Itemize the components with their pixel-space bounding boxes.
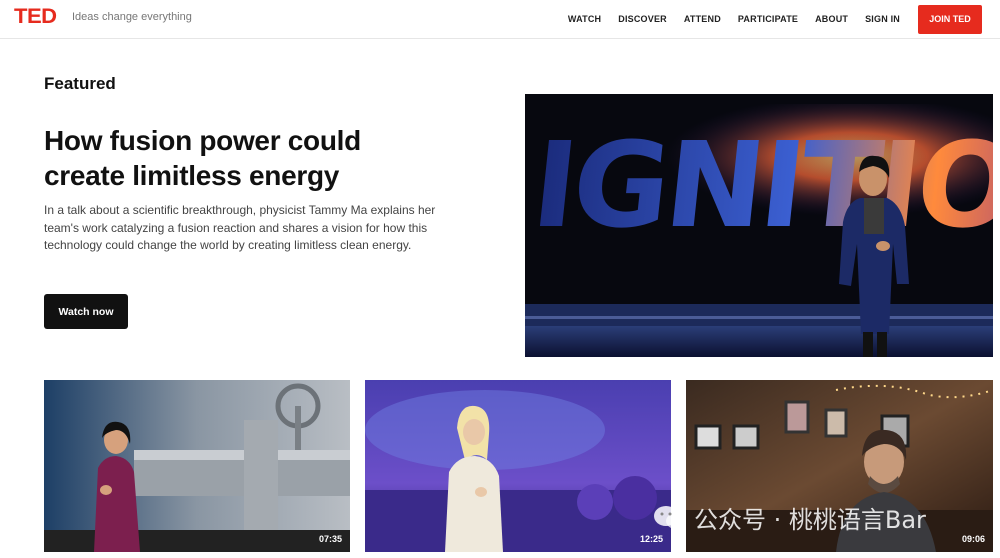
video-thumbnail-1[interactable]: 07:35 bbox=[44, 380, 350, 552]
watch-now-button[interactable]: Watch now bbox=[44, 294, 128, 329]
video-thumbnail-2[interactable]: 12:25 bbox=[365, 380, 671, 552]
thumbnail-image bbox=[365, 380, 671, 552]
stage-illustration: IGNITION bbox=[525, 94, 993, 357]
nav-sign-in[interactable]: SIGN IN bbox=[865, 14, 900, 24]
join-ted-button[interactable]: JOIN TED bbox=[918, 4, 982, 34]
ted-logo[interactable]: TED bbox=[14, 6, 57, 28]
nav-participate[interactable]: PARTICIPATE bbox=[738, 14, 798, 24]
section-heading: Featured bbox=[44, 74, 116, 93]
featured-title-line-2: create limitless energy bbox=[44, 160, 340, 191]
nav-watch[interactable]: WATCH bbox=[568, 14, 601, 24]
top-header: TED Ideas change everything WATCH DISCOV… bbox=[0, 0, 1000, 39]
video-duration: 07:35 bbox=[318, 534, 342, 544]
tagline: Ideas change everything bbox=[72, 11, 192, 23]
nav-discover[interactable]: DISCOVER bbox=[618, 14, 667, 24]
watermark-text: 公众号 · 桃桃语言Bar bbox=[694, 506, 926, 534]
thumbnail-image bbox=[44, 380, 350, 552]
featured-video-thumbnail[interactable]: IGNITION bbox=[525, 94, 993, 357]
featured-description: In a talk about a scientific breakthroug… bbox=[44, 203, 436, 252]
featured-title[interactable]: How fusion power could create limitless … bbox=[44, 123, 464, 193]
video-duration: 09:06 bbox=[961, 534, 985, 544]
main-nav: WATCH DISCOVER ATTEND PARTICIPATE ABOUT … bbox=[568, 0, 1000, 38]
video-duration: 12:25 bbox=[639, 534, 663, 544]
featured-title-line-1: How fusion power could bbox=[44, 125, 361, 156]
wechat-icon bbox=[654, 505, 686, 529]
nav-about[interactable]: ABOUT bbox=[815, 14, 848, 24]
watermark: 公众号 · 桃桃语言Bar bbox=[652, 500, 926, 535]
nav-attend[interactable]: ATTEND bbox=[684, 14, 721, 24]
stage-text: IGNITION bbox=[526, 116, 993, 254]
